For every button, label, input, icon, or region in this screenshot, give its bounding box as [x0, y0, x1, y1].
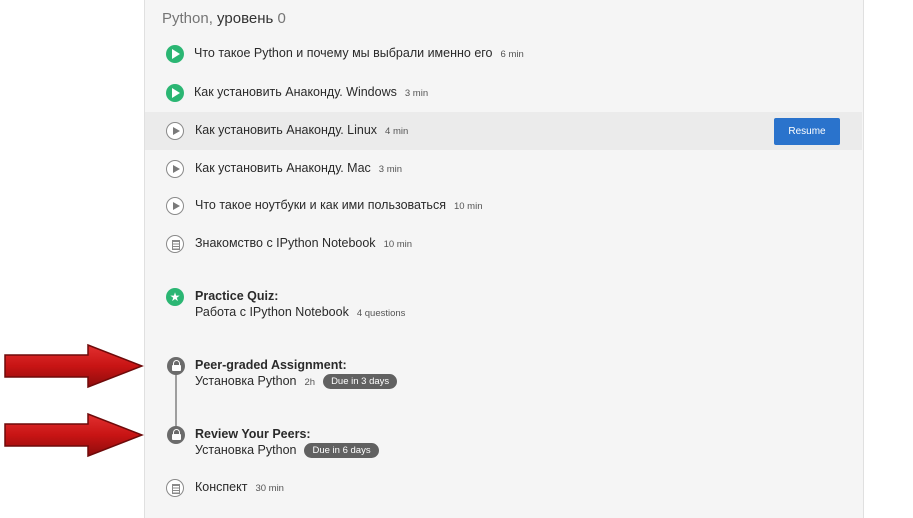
- lesson-title: Как установить Анаконду. Linux: [195, 123, 378, 137]
- week-title: Python, уровень 0: [162, 10, 286, 27]
- document-icon: [166, 479, 184, 497]
- lesson-title: Как установить Анаконду. Windows: [194, 85, 397, 99]
- assignment-label: Peer-graded Assignment:: [195, 358, 347, 372]
- week-title-bold: уровень: [217, 10, 274, 27]
- review-title: Установка Python: [195, 443, 297, 457]
- assignment-title-wrap: Установка Python 2h Due in 3 days: [195, 374, 398, 389]
- lesson-title-wrap: Как установить Анаконду. Linux 4 min: [195, 123, 408, 137]
- lesson-title-wrap: Как установить Анаконду. Mac 3 min: [195, 161, 402, 175]
- play-circle-outline-icon: [166, 197, 184, 215]
- quiz-label: Practice Quiz:: [195, 289, 279, 303]
- lock-icon: [167, 426, 185, 444]
- week-title-suffix: 0: [273, 10, 286, 27]
- lesson-duration: 6 min: [500, 49, 524, 60]
- reading-title: Знакомство с IPython Notebook: [195, 236, 376, 250]
- notes-title-wrap: Конспект 30 min: [195, 480, 284, 494]
- lesson-title: Как установить Анаконду. Mac: [195, 161, 371, 175]
- resume-button[interactable]: Resume: [774, 118, 840, 145]
- play-circle-filled-icon: [166, 84, 184, 102]
- star-icon: ★: [166, 288, 184, 306]
- locked-connector-line: [175, 374, 177, 428]
- lock-icon: [167, 357, 185, 375]
- lesson-title: Что такое Python и почему мы выбрали име…: [194, 46, 493, 60]
- lesson-duration: 3 min: [404, 88, 429, 99]
- reading-duration: 10 min: [383, 239, 413, 250]
- notes-duration: 30 min: [255, 483, 284, 494]
- play-circle-filled-icon: [166, 45, 184, 63]
- red-arrow-right-icon: [4, 343, 144, 389]
- notes-title: Конспект: [195, 480, 248, 494]
- week-title-prefix: Python,: [162, 10, 218, 27]
- lesson-title-wrap: Что такое ноутбуки и как ими пользоватьс…: [195, 198, 482, 212]
- assignment-title: Установка Python: [195, 374, 297, 388]
- review-title-wrap: Установка Python Due in 6 days: [195, 443, 379, 458]
- review-label: Review Your Peers:: [195, 427, 311, 441]
- lesson-title-wrap: Как установить Анаконду. Windows 3 min: [194, 85, 428, 99]
- lesson-duration: 4 min: [385, 126, 409, 137]
- lesson-title-wrap: Что такое Python и почему мы выбрали име…: [194, 46, 524, 60]
- red-arrow-right-icon: [4, 412, 144, 458]
- quiz-meta: 4 questions: [356, 308, 406, 319]
- play-circle-outline-icon: [166, 122, 184, 140]
- quiz-title-wrap: Работа с IPython Notebook 4 questions: [195, 305, 405, 319]
- lesson-title: Что такое ноутбуки и как ими пользоватьс…: [195, 198, 446, 212]
- due-badge: Due in 6 days: [304, 443, 379, 458]
- due-badge: Due in 3 days: [323, 374, 398, 389]
- document-icon: [166, 235, 184, 253]
- lesson-duration: 3 min: [378, 164, 403, 175]
- play-circle-outline-icon: [166, 160, 184, 178]
- lesson-duration: 10 min: [453, 201, 483, 212]
- reading-title-wrap: Знакомство с IPython Notebook 10 min: [195, 236, 412, 250]
- quiz-title: Работа с IPython Notebook: [195, 305, 349, 319]
- assignment-duration: 2h: [304, 377, 316, 388]
